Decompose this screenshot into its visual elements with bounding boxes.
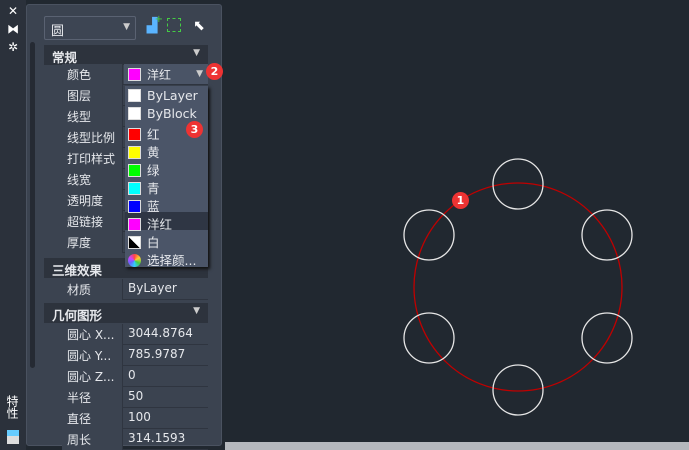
color-swatch	[128, 146, 141, 159]
property-label: 圆心 Y...	[62, 345, 123, 366]
property-label: 透明度	[62, 190, 123, 211]
section-header-general[interactable]: 常规 ▼	[44, 45, 208, 65]
property-row[interactable]: 周长 314.1593	[62, 429, 208, 450]
color-option[interactable]: 青	[125, 176, 208, 196]
property-value[interactable]: 785.9787	[124, 345, 208, 366]
property-value[interactable]: 50	[124, 387, 208, 408]
property-label: 半径	[62, 387, 123, 408]
chevron-down-icon: ▼	[123, 22, 130, 32]
property-label: 超链接	[62, 211, 123, 232]
property-label: 圆心 Z...	[62, 366, 123, 387]
property-row[interactable]: 圆心 X... 3044.8764	[62, 324, 208, 345]
object-type-select[interactable]: 圆 ▼	[44, 16, 136, 40]
property-label: 周长	[62, 429, 123, 450]
property-label: 材质	[62, 279, 123, 300]
color-option[interactable]: 洋红	[125, 212, 208, 232]
small-circle[interactable]	[492, 364, 544, 416]
property-label: 颜色	[62, 64, 123, 85]
property-label: 线型比例	[62, 127, 123, 148]
color-swatch	[128, 128, 141, 141]
color-option[interactable]: 绿	[125, 158, 208, 178]
property-row[interactable]: 圆心 Z... 0	[62, 366, 208, 387]
color-option[interactable]: 选择颜...	[125, 248, 208, 268]
command-line-bar[interactable]	[225, 442, 689, 450]
property-value[interactable]: 0	[124, 366, 208, 387]
small-circle[interactable]	[492, 158, 544, 210]
step-badge-2: 2	[206, 63, 223, 80]
property-value[interactable]: 3044.8764	[124, 324, 208, 345]
color-wheel-icon	[128, 254, 141, 267]
properties-icon	[7, 430, 19, 444]
property-value[interactable]: 100	[124, 408, 208, 429]
color-swatch	[128, 218, 141, 231]
step-badge-1: 1	[452, 192, 469, 209]
quick-select-icon[interactable]	[167, 18, 181, 32]
property-row[interactable]: 圆心 Y... 785.9787	[62, 345, 208, 366]
color-swatch	[128, 182, 141, 195]
property-row[interactable]: 半径 50	[62, 387, 208, 408]
close-icon[interactable]: ✕	[6, 4, 20, 18]
chevron-down-icon: ▼	[193, 306, 200, 316]
large-red-circle[interactable]	[413, 182, 623, 392]
palette-strip: ✕ ⧓ ✲ 特性	[0, 0, 26, 450]
scrollbar[interactable]	[30, 42, 35, 368]
color-dropdown-list: ByLayer ByBlock 红黄绿青蓝洋红白选择颜...	[125, 86, 208, 268]
color-value-field[interactable]: 洋红 ▼	[124, 64, 208, 84]
color-swatch	[128, 164, 141, 177]
chevron-down-icon: ▼	[193, 48, 200, 58]
color-option[interactable]: 白	[125, 230, 208, 250]
property-value[interactable]: 314.1593	[124, 429, 208, 450]
step-badge-3: 3	[186, 121, 203, 138]
color-swatch	[128, 89, 141, 102]
color-option[interactable]: 蓝	[125, 194, 208, 214]
small-circle[interactable]	[403, 209, 455, 261]
small-circle[interactable]	[581, 209, 633, 261]
property-label: 打印样式	[62, 148, 123, 169]
property-label: 线型	[62, 106, 123, 127]
color-option[interactable]: ByBlock	[125, 104, 208, 122]
property-row[interactable]: 直径 100	[62, 408, 208, 429]
color-swatch	[128, 200, 141, 213]
color-option[interactable]: ByLayer	[125, 86, 208, 104]
pin-icon[interactable]: ⧓	[6, 22, 20, 36]
section-header-geometry[interactable]: 几何图形 ▼	[44, 303, 208, 323]
property-label: 图层	[62, 85, 123, 106]
property-label: 线宽	[62, 169, 123, 190]
color-swatch	[128, 68, 141, 81]
color-swatch	[128, 236, 141, 249]
small-circle[interactable]	[581, 312, 633, 364]
property-value[interactable]: ByLayer	[124, 279, 208, 300]
palette-title: 特性	[5, 395, 19, 419]
pickadd-icon[interactable]: ⬉	[190, 18, 208, 36]
color-swatch	[128, 107, 141, 120]
settings-icon[interactable]: ✲	[6, 40, 20, 54]
small-circle[interactable]	[403, 312, 455, 364]
chevron-down-icon: ▼	[196, 69, 203, 79]
add-selection-icon[interactable]: ▟ +	[143, 14, 163, 36]
property-label: 圆心 X...	[62, 324, 123, 345]
color-option[interactable]: 黄	[125, 140, 208, 160]
property-label: 直径	[62, 408, 123, 429]
property-row[interactable]: 材质 ByLayer	[62, 279, 208, 300]
property-label: 厚度	[62, 232, 123, 253]
